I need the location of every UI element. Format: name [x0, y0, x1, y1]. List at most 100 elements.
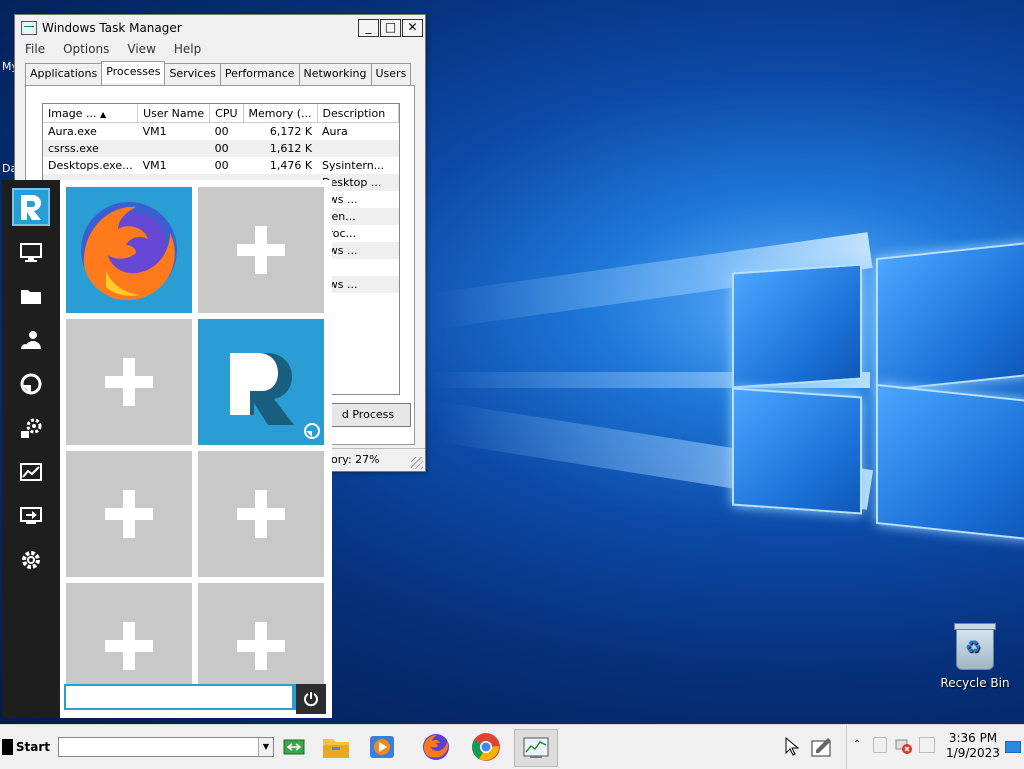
- launcher-tiles-area: [60, 180, 332, 718]
- task-manager-taskbar-button[interactable]: [514, 729, 558, 767]
- firefox-icon[interactable]: [420, 731, 452, 763]
- cell-memory: 6,172 K: [269, 125, 313, 138]
- logo-icon[interactable]: [12, 188, 50, 226]
- cell-user: VM1: [142, 125, 167, 138]
- add-tile[interactable]: [66, 451, 192, 577]
- recycle-bin[interactable]: Recycle Bin: [940, 623, 1010, 690]
- window-pane: [732, 387, 862, 515]
- tab-applications[interactable]: Applications: [25, 63, 103, 85]
- tab-processes[interactable]: Processes: [101, 61, 166, 83]
- clock[interactable]: 3:36 PM 1/9/2023: [945, 731, 1001, 761]
- recycle-bin-icon: [954, 623, 996, 670]
- users-icon[interactable]: [12, 321, 50, 359]
- table-row[interactable]: Aura.exe VM1 00 6,172 K Aura: [43, 123, 399, 141]
- monitor-icon[interactable]: [12, 234, 50, 272]
- cell-description: Aura: [322, 125, 348, 138]
- firefox-tile[interactable]: [66, 187, 192, 313]
- plus-icon: [237, 622, 285, 670]
- launcher-search-input[interactable]: [64, 684, 294, 710]
- remote-icon[interactable]: [12, 365, 50, 403]
- menu-view[interactable]: View: [127, 42, 155, 56]
- power-icon: [304, 692, 318, 707]
- minimize-button[interactable]: _: [358, 19, 379, 37]
- cell-memory: 1,476 K: [269, 159, 313, 172]
- cell-image: Aura.exe: [48, 125, 97, 138]
- window-pane: [876, 241, 1024, 393]
- app-tile[interactable]: [198, 319, 324, 445]
- cell-user: [137, 140, 210, 157]
- column-header-user[interactable]: User Name: [137, 104, 211, 123]
- tray-speaker-icon[interactable]: [919, 737, 935, 753]
- menu-help[interactable]: Help: [174, 42, 201, 56]
- table-row[interactable]: Desktops.exe... VM1 00 1,476 K Sysintern...: [43, 157, 399, 174]
- start-button[interactable]: Start: [2, 737, 50, 757]
- desktops-switch-icon[interactable]: [278, 731, 310, 763]
- window-title: Windows Task Manager: [42, 21, 182, 35]
- clock-time: 3:36 PM: [948, 731, 998, 745]
- task-manager-icon: [21, 21, 37, 35]
- taskbar: Start ▼ ⌃ 3:36 PM 1/9/2023: [0, 724, 1024, 769]
- address-combobox[interactable]: ▼: [58, 737, 274, 757]
- recycle-bin-label: Recycle Bin: [940, 676, 1010, 690]
- tab-users[interactable]: Users: [370, 63, 412, 85]
- tab-performance[interactable]: Performance: [219, 63, 300, 85]
- clock-date: 1/9/2023: [946, 746, 1000, 760]
- start-label: Start: [15, 740, 50, 754]
- network-error-icon[interactable]: [895, 737, 913, 758]
- performance-chart-icon[interactable]: [12, 453, 50, 491]
- cell-description: [317, 140, 399, 157]
- add-tile[interactable]: [66, 319, 192, 445]
- add-tile[interactable]: [198, 451, 324, 577]
- window-pane: [732, 263, 862, 389]
- launcher-panel: [2, 180, 332, 718]
- tray-expand-icon[interactable]: ⌃: [853, 739, 861, 750]
- cell-image: csrss.exe: [43, 140, 138, 157]
- tab-networking[interactable]: Networking: [298, 63, 372, 85]
- task-manager-icon: [523, 737, 549, 758]
- plus-icon: [237, 226, 285, 274]
- plus-icon: [105, 490, 153, 538]
- power-button[interactable]: [296, 684, 326, 714]
- chevron-down-icon[interactable]: ▼: [258, 738, 273, 756]
- file-explorer-icon[interactable]: [320, 731, 352, 763]
- gear-icon[interactable]: [12, 541, 50, 579]
- cell-cpu: 00: [214, 159, 229, 172]
- column-header-image[interactable]: Image ... ▲: [43, 104, 139, 123]
- plus-icon: [105, 358, 153, 406]
- chrome-icon[interactable]: [470, 731, 502, 763]
- screen-share-icon[interactable]: [12, 497, 50, 535]
- maximize-button[interactable]: □: [380, 19, 401, 37]
- cell-user: VM1: [142, 159, 167, 172]
- menu-bar: File Options View Help: [15, 41, 425, 62]
- column-header-cpu[interactable]: CPU: [209, 104, 244, 123]
- menu-options[interactable]: Options: [63, 42, 109, 56]
- column-header-description[interactable]: Description: [317, 104, 399, 123]
- cell-image: Desktops.exe...: [48, 159, 133, 172]
- start-icon: [2, 739, 13, 755]
- title-bar[interactable]: Windows Task Manager _ □ ✕: [15, 15, 425, 41]
- close-button[interactable]: ✕: [402, 19, 423, 37]
- column-header-memory[interactable]: Memory (...: [243, 104, 318, 123]
- add-tile[interactable]: [198, 187, 324, 313]
- table-row[interactable]: csrss.exe 00 1,612 K: [43, 140, 399, 157]
- status-memory: ory: 27%: [331, 453, 380, 466]
- launcher-sidebar: [2, 180, 60, 718]
- cursor-icon: [776, 731, 808, 763]
- tray-device-icon[interactable]: [873, 737, 887, 753]
- notification-icon[interactable]: [1005, 741, 1021, 753]
- settings-gear-icon[interactable]: [12, 409, 50, 447]
- app-logo-icon: [230, 353, 320, 439]
- end-process-button[interactable]: d Process: [325, 403, 411, 427]
- window-pane: [876, 383, 1024, 541]
- folder-icon[interactable]: [12, 277, 50, 315]
- cell-cpu: 00: [214, 125, 229, 138]
- resize-grip[interactable]: [411, 457, 423, 469]
- media-player-icon[interactable]: [366, 731, 398, 763]
- menu-file[interactable]: File: [25, 42, 45, 56]
- plus-icon: [237, 490, 285, 538]
- tab-services[interactable]: Services: [164, 63, 221, 85]
- notes-icon[interactable]: [806, 731, 838, 763]
- tab-strip: Applications Processes Services Performa…: [15, 61, 425, 85]
- cell-memory: 1,612 K: [243, 140, 318, 157]
- plus-icon: [105, 622, 153, 670]
